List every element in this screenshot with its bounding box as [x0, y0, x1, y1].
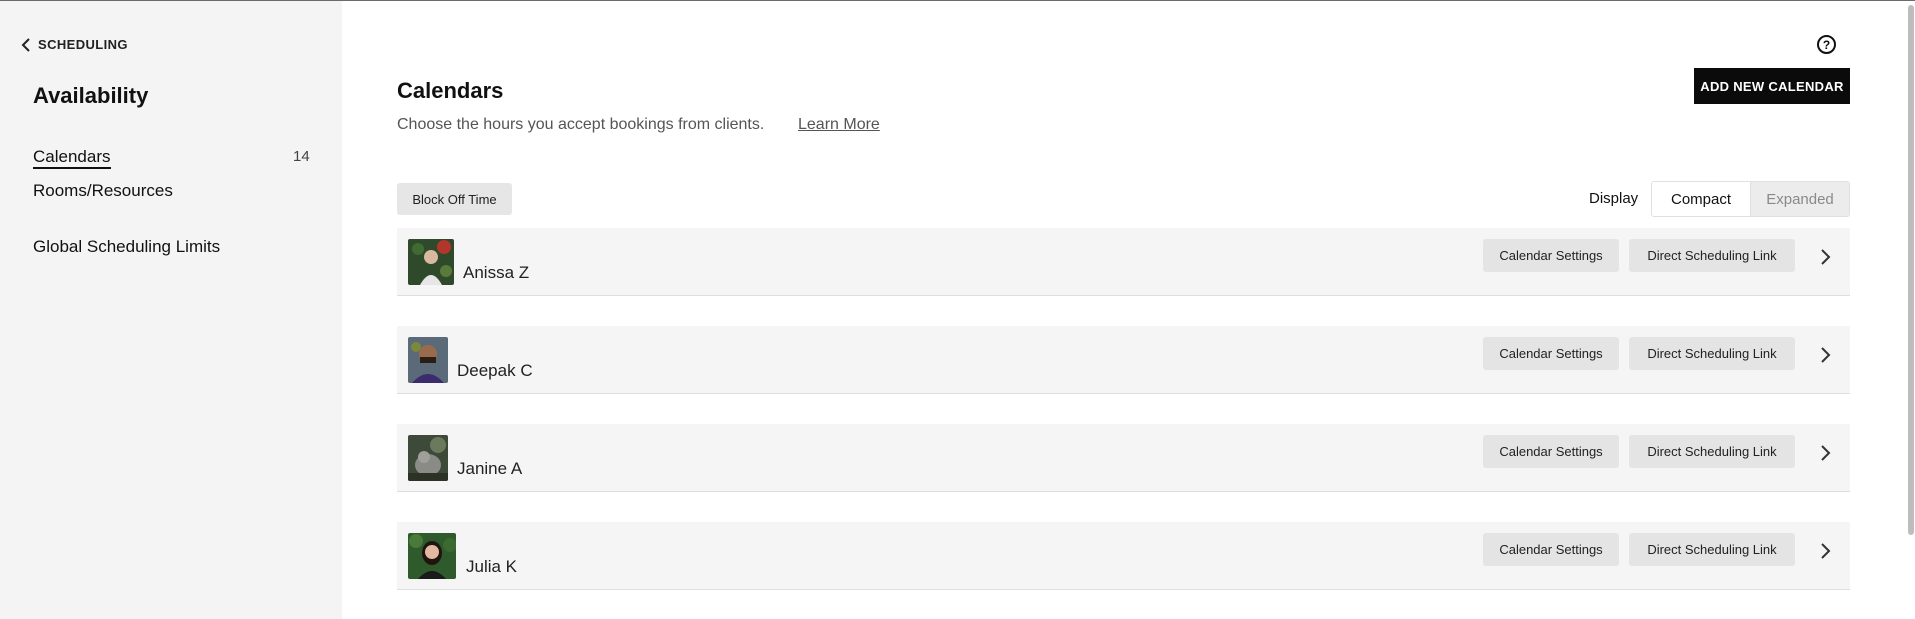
sidebar-item-label: Calendars: [33, 147, 111, 169]
display-option-compact[interactable]: Compact: [1652, 182, 1751, 216]
back-to-scheduling-link[interactable]: SCHEDULING: [20, 37, 128, 52]
avatar: [408, 337, 448, 383]
calendars-count-badge: 14: [293, 148, 310, 165]
sidebar-item-rooms-resources[interactable]: Rooms/Resources: [33, 181, 173, 201]
direct-scheduling-link-button[interactable]: Direct Scheduling Link: [1629, 239, 1795, 272]
add-new-calendar-button[interactable]: ADD NEW CALENDAR: [1694, 68, 1850, 104]
display-toggle: Compact Expanded: [1651, 181, 1850, 217]
sidebar: SCHEDULING Availability Calendars 14 Roo…: [0, 1, 342, 619]
page-title: Calendars: [397, 78, 504, 103]
calendar-name: Deepak C: [457, 361, 533, 380]
learn-more-link[interactable]: Learn More: [798, 116, 880, 134]
calendar-name: Anissa Z: [463, 263, 530, 282]
direct-scheduling-link-button[interactable]: Direct Scheduling Link: [1629, 533, 1795, 566]
calendar-row[interactable]: Julia K Calendar Settings Direct Schedul…: [397, 522, 1850, 590]
chevron-left-icon: [21, 37, 30, 52]
display-option-expanded[interactable]: Expanded: [1751, 182, 1849, 216]
calendar-name: Julia K: [466, 557, 518, 576]
sidebar-item-calendars[interactable]: Calendars: [33, 147, 111, 169]
direct-scheduling-link-button[interactable]: Direct Scheduling Link: [1629, 435, 1795, 468]
calendar-name: Janine A: [457, 459, 523, 478]
sidebar-item-label: Global Scheduling Limits: [33, 237, 221, 256]
block-off-time-button[interactable]: Block Off Time: [397, 183, 512, 215]
sidebar-item-label: Rooms/Resources: [33, 181, 173, 200]
direct-scheduling-link-button[interactable]: Direct Scheduling Link: [1629, 337, 1795, 370]
chevron-right-icon[interactable]: [1818, 541, 1832, 561]
sidebar-title: Availability: [33, 83, 149, 108]
chevron-right-icon[interactable]: [1818, 443, 1832, 463]
sidebar-item-global-scheduling-limits[interactable]: Global Scheduling Limits: [33, 237, 220, 257]
calendar-settings-button[interactable]: Calendar Settings: [1483, 435, 1619, 468]
chevron-right-icon[interactable]: [1818, 247, 1832, 267]
calendar-settings-button[interactable]: Calendar Settings: [1483, 533, 1619, 566]
scrollbar[interactable]: [1907, 1, 1915, 619]
calendar-row[interactable]: Anissa Z Calendar Settings Direct Schedu…: [397, 228, 1850, 296]
question-circle-icon[interactable]: ?: [1817, 35, 1836, 54]
calendar-settings-button[interactable]: Calendar Settings: [1483, 337, 1619, 370]
chevron-right-icon[interactable]: [1818, 345, 1832, 365]
calendar-row[interactable]: Deepak C Calendar Settings Direct Schedu…: [397, 326, 1850, 394]
scrollbar-thumb[interactable]: [1908, 5, 1914, 535]
page-subtitle: Choose the hours you accept bookings fro…: [397, 116, 765, 133]
avatar: [408, 435, 448, 481]
back-link-label: SCHEDULING: [38, 37, 128, 52]
avatar: [408, 533, 456, 579]
avatar: [408, 239, 454, 285]
calendar-settings-button[interactable]: Calendar Settings: [1483, 239, 1619, 272]
display-label: Display: [1589, 190, 1639, 207]
calendar-row[interactable]: Janine A Calendar Settings Direct Schedu…: [397, 424, 1850, 492]
